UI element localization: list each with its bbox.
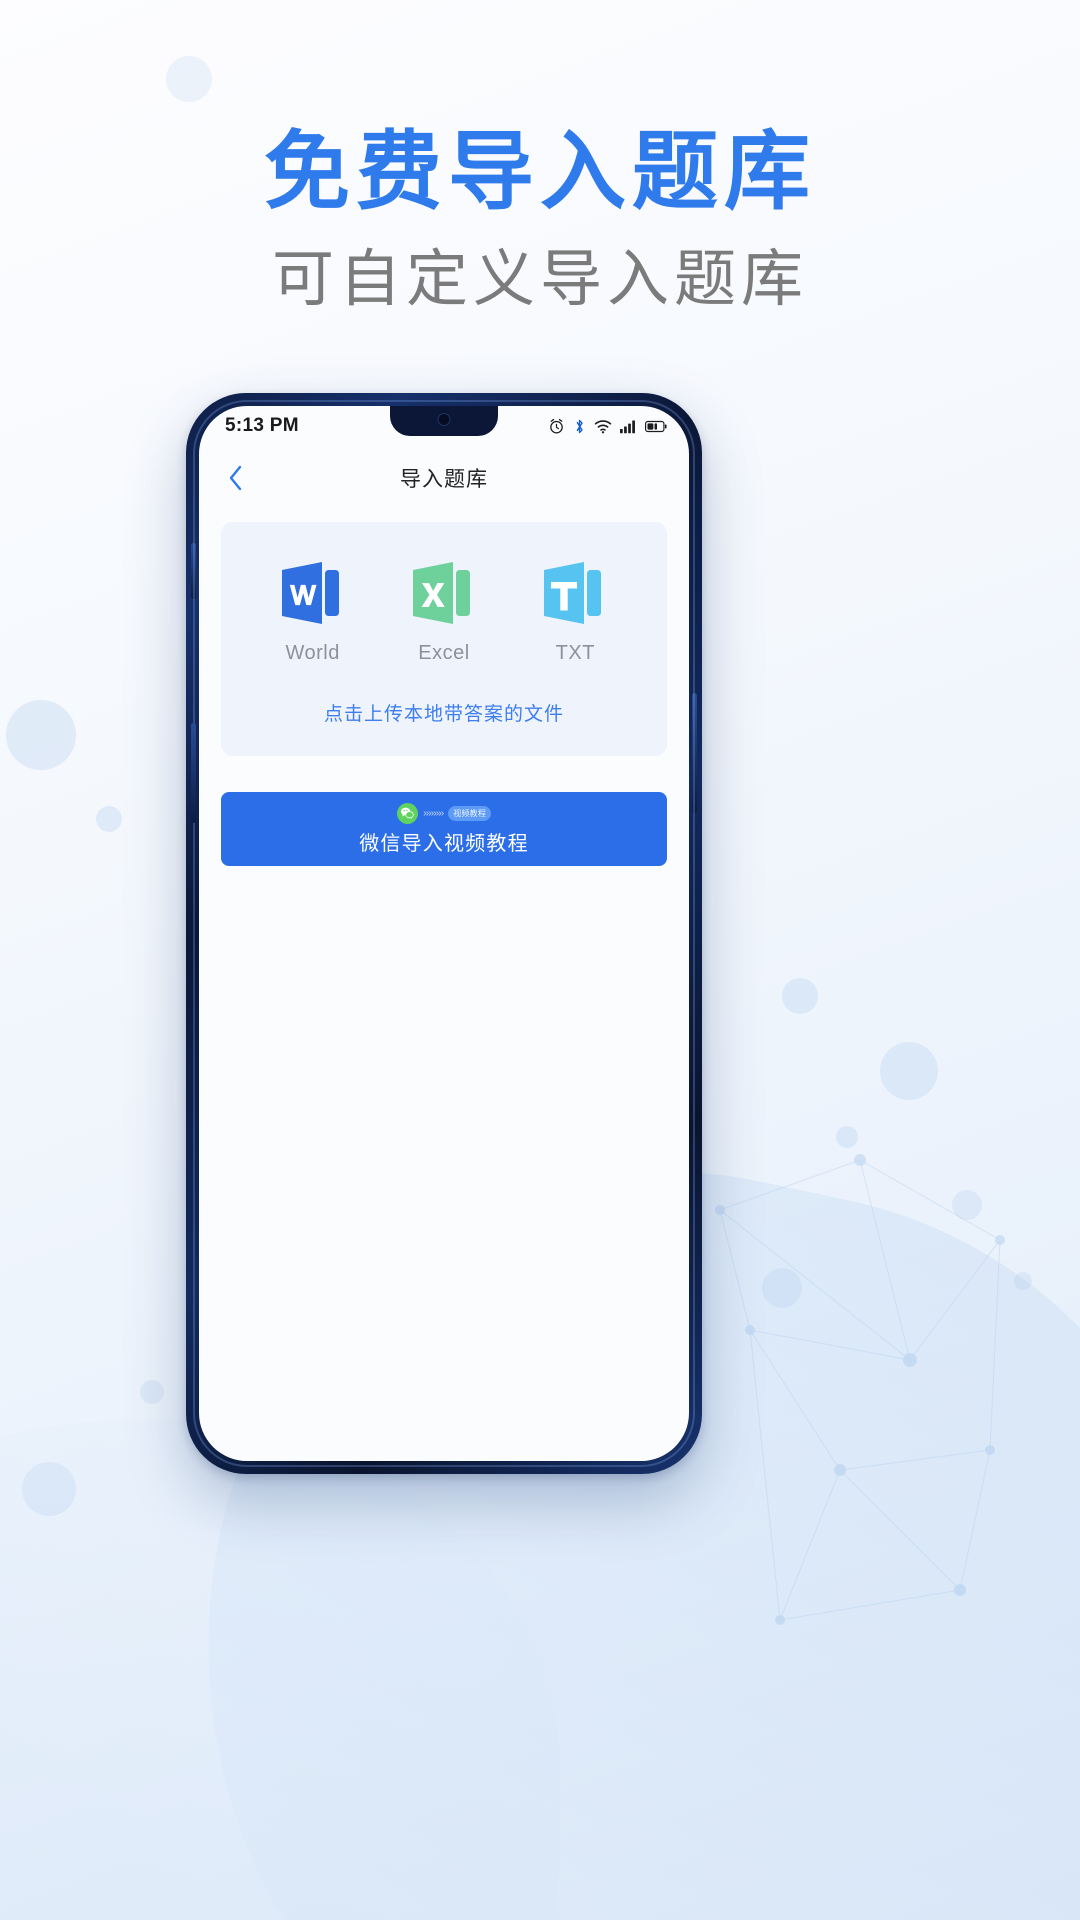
back-button[interactable]	[221, 463, 251, 493]
wifi-icon	[594, 419, 612, 433]
decor-circle	[880, 1042, 938, 1100]
upload-card[interactable]: World Excel TXT 点击上传本地带答案的文件	[221, 522, 667, 756]
page-title: 导入题库	[400, 468, 488, 491]
decor-circle	[762, 1268, 802, 1308]
status-bar-time: 5:13 PM	[225, 415, 299, 436]
wechat-button-graphic: »»»» 视频教程	[396, 802, 492, 824]
decor-circle	[952, 1190, 982, 1220]
decor-circle	[782, 978, 818, 1014]
background-network-graphic	[715, 1154, 1005, 1625]
promo-subheadline: 可自定义导入题库	[271, 246, 808, 315]
file-type-row: World Excel TXT	[221, 560, 667, 665]
file-type-label: TXT	[555, 642, 595, 664]
battery-icon	[645, 420, 667, 432]
file-type-excel[interactable]: Excel	[389, 560, 499, 665]
alarm-icon	[550, 418, 563, 434]
decor-circle	[836, 1126, 858, 1148]
decor-circle	[96, 806, 122, 832]
navigation-bar: 导入题库	[199, 446, 689, 510]
word-file-icon	[278, 560, 348, 626]
decor-circle	[6, 700, 76, 770]
file-type-txt[interactable]: TXT	[520, 560, 630, 665]
decor-circle	[166, 56, 212, 102]
txt-file-icon	[540, 560, 610, 626]
bluetooth-icon	[576, 419, 583, 433]
video-tutorial-badge: 视频教程	[448, 805, 492, 821]
status-bar-icons	[548, 418, 667, 435]
file-type-label: World	[285, 642, 340, 664]
phone-side-button-right	[692, 693, 697, 813]
background-wave-left	[0, 1420, 560, 1920]
upload-hint-link[interactable]: 点击上传本地带答案的文件	[221, 699, 667, 726]
excel-file-icon	[409, 560, 479, 626]
arrow-separator: »»»»	[423, 807, 444, 819]
phone-mockup: 5:13 PM 导入题库 World Excel TXT 点击上传本地带答案的文…	[186, 393, 702, 1474]
decor-circle	[140, 1380, 164, 1404]
promo-text-block: 免费导入题库 可自定义导入题库	[0, 124, 1080, 316]
file-type-label: Excel	[418, 642, 470, 664]
wechat-icon	[396, 802, 418, 824]
chevron-left-icon	[229, 465, 242, 491]
decor-circle	[1014, 1272, 1032, 1290]
file-type-word[interactable]: World	[258, 560, 368, 665]
phone-screen: 5:13 PM 导入题库 World Excel TXT 点击上传本地带答案的文…	[199, 406, 689, 1461]
promo-headline: 免费导入题库	[264, 124, 816, 220]
status-bar: 5:13 PM	[199, 406, 689, 446]
decor-circle	[22, 1462, 76, 1516]
wechat-button-label: 微信导入视频教程	[359, 832, 529, 855]
wechat-tutorial-button[interactable]: »»»» 视频教程 微信导入视频教程	[221, 792, 667, 866]
cellular-signal-icon	[620, 420, 635, 433]
